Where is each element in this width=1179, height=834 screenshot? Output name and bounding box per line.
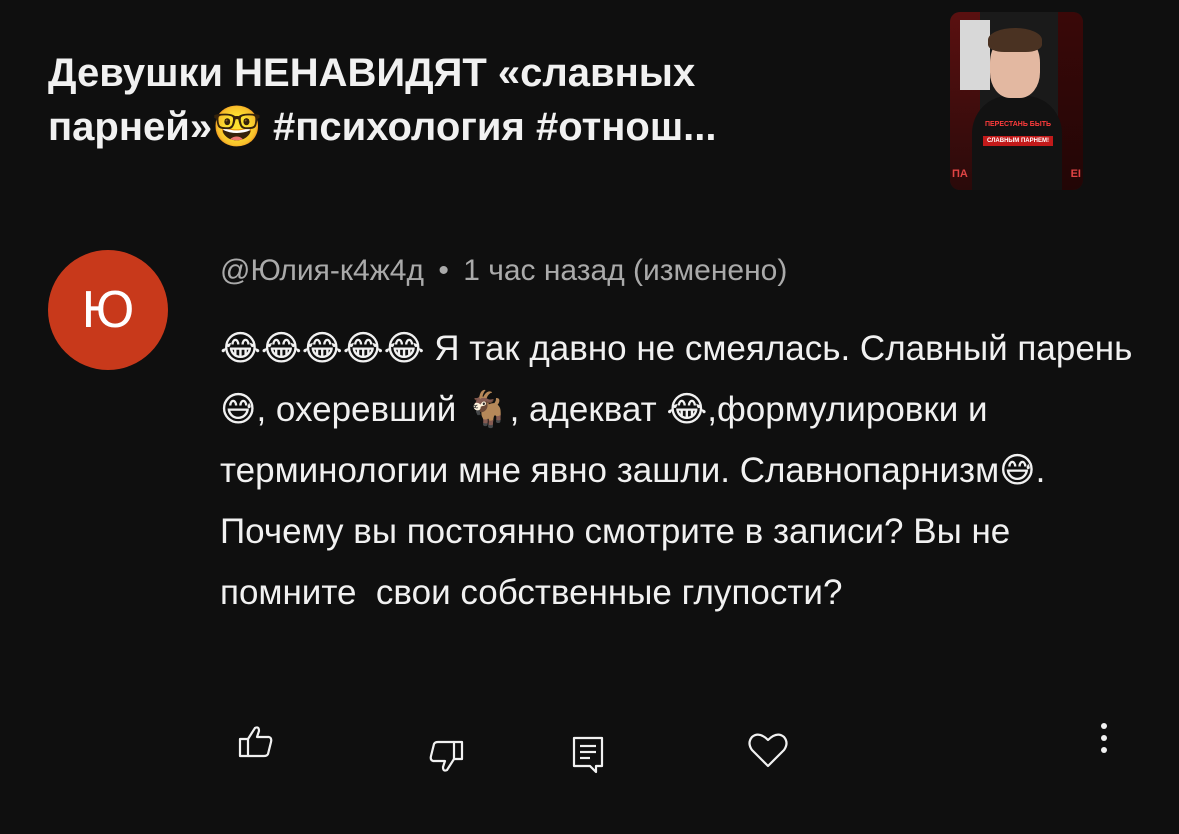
like-button[interactable] [226,712,286,772]
avatar[interactable]: Ю [48,250,168,370]
dislike-button[interactable] [416,726,476,786]
thumbnail-edge-text-right: ЕІ [1070,168,1081,180]
video-thumbnail[interactable]: ПЕРЕСТАНЬ БЫТЬ СЛАВНЫМ ПАРНЕМ! ПА ЕІ [950,12,1083,190]
comment-time: 1 час назад (изменено) [463,254,788,287]
thumbnail-caption: ПЕРЕСТАНЬ БЫТЬ СЛАВНЫМ ПАРНЕМ! [972,120,1064,147]
video-title[interactable]: Девушки НЕНАВИДЯТ «славных парней»🤓 #пси… [48,46,908,154]
heart-icon [746,730,790,770]
meta-separator: • [438,254,449,287]
thumbnail-caption-line2: СЛАВНЫМ ПАРНЕМ! [983,136,1053,146]
thumbs-down-icon [426,736,466,776]
thumbnail-edge-text-left: ПА [952,168,968,180]
comment-actions [0,712,1179,792]
thumbnail-caption-line1: ПЕРЕСТАНЬ БЫТЬ [984,121,1052,128]
heart-button[interactable] [738,720,798,780]
thumbs-up-icon [236,722,276,762]
avatar-letter: Ю [81,281,135,339]
reply-icon [568,732,608,776]
thumbnail-person-hair [988,28,1042,52]
more-button[interactable] [1074,708,1134,768]
more-vertical-icon [1098,718,1110,758]
reply-button[interactable] [558,724,618,784]
thumbnail-whiteboard [960,20,990,90]
comment-text: 😂😂😂😂😂 Я так давно не смеялась. Славный п… [220,329,1133,612]
comment-author[interactable]: @Юлия-к4ж4д [220,254,424,287]
comment-meta: @Юлия-к4ж4д • 1 час назад (изменено) [220,254,787,288]
